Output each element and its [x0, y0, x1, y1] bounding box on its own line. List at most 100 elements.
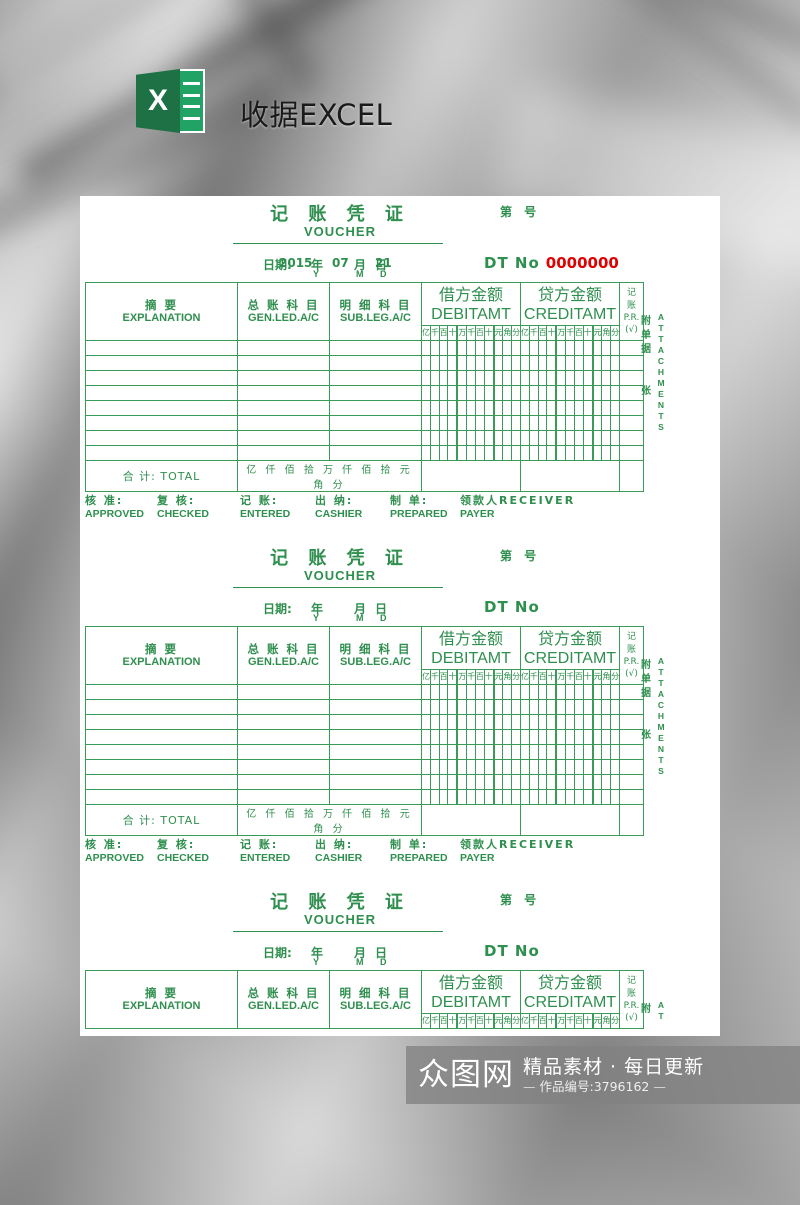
amount-cell[interactable] — [458, 371, 468, 386]
amount-cell[interactable] — [611, 730, 619, 744]
amount-cell[interactable] — [547, 760, 558, 775]
amount-cell[interactable] — [594, 730, 603, 745]
cell-gen-ledger[interactable] — [237, 684, 330, 701]
amount-cell[interactable] — [440, 356, 449, 371]
amount-cell[interactable] — [448, 745, 459, 760]
amount-cell[interactable] — [557, 745, 567, 760]
amount-cell[interactable] — [476, 790, 485, 805]
amount-cell[interactable] — [566, 416, 575, 431]
cell-sub-ledger[interactable] — [329, 415, 422, 432]
amount-cell[interactable] — [485, 775, 495, 790]
amount-cell[interactable] — [547, 356, 558, 371]
amount-cell[interactable] — [422, 386, 431, 401]
amount-cell[interactable] — [431, 775, 440, 790]
amount-cell[interactable] — [467, 386, 476, 401]
amount-cell[interactable] — [594, 745, 603, 760]
amount-cell[interactable] — [440, 386, 449, 401]
amount-cell[interactable] — [495, 356, 504, 371]
amount-cell[interactable] — [485, 341, 495, 356]
amount-cell[interactable] — [584, 685, 594, 700]
amount-cell[interactable] — [594, 371, 603, 386]
amount-cell[interactable] — [485, 446, 495, 461]
amount-cell[interactable] — [476, 730, 485, 745]
amount-cell[interactable] — [495, 446, 504, 461]
signature-field[interactable]: 领款人RECEIVER PAYER — [460, 492, 575, 520]
amount-cell[interactable] — [566, 760, 575, 775]
amount-cell[interactable] — [431, 715, 440, 730]
signature-field[interactable]: 复 核: CHECKED — [157, 836, 209, 864]
cell-sub-ledger[interactable] — [329, 774, 422, 791]
cell-sub-ledger[interactable] — [329, 355, 422, 372]
cell-gen-ledger[interactable] — [237, 385, 330, 402]
amount-cell[interactable] — [448, 775, 459, 790]
amount-cell[interactable] — [458, 341, 468, 356]
amount-cell[interactable] — [521, 386, 530, 401]
amount-cell[interactable] — [611, 341, 619, 355]
amount-cell[interactable] — [503, 446, 513, 461]
amount-cell[interactable] — [566, 446, 575, 461]
amount-cell[interactable] — [530, 775, 539, 790]
amount-cell[interactable] — [557, 700, 567, 715]
amount-cell[interactable] — [467, 685, 476, 700]
signature-field[interactable]: 制 单: PREPARED — [390, 492, 448, 520]
amount-cell[interactable] — [584, 745, 594, 760]
amount-cell[interactable] — [566, 371, 575, 386]
amount-cell[interactable] — [566, 386, 575, 401]
amount-cell[interactable] — [547, 730, 558, 745]
amount-cell[interactable] — [602, 715, 612, 730]
date-year-value[interactable]: 2015 — [279, 256, 312, 270]
amount-cell[interactable] — [557, 416, 567, 431]
amount-cell[interactable] — [431, 685, 440, 700]
amount-cell[interactable] — [512, 730, 520, 744]
amount-cell[interactable] — [448, 401, 459, 416]
amount-cell[interactable] — [503, 700, 513, 715]
amount-cell[interactable] — [521, 431, 530, 446]
amount-cell[interactable] — [458, 416, 468, 431]
amount-cell[interactable] — [547, 685, 558, 700]
amount-cell[interactable] — [611, 775, 619, 789]
amount-cell[interactable] — [495, 760, 504, 775]
amount-cell[interactable] — [539, 401, 548, 416]
amount-cell[interactable] — [485, 431, 495, 446]
amount-cell[interactable] — [476, 685, 485, 700]
amount-cell[interactable] — [566, 745, 575, 760]
cell-sub-ledger[interactable] — [329, 714, 422, 731]
amount-cell[interactable] — [485, 416, 495, 431]
amount-cell[interactable] — [557, 715, 567, 730]
amount-cell[interactable] — [584, 416, 594, 431]
amount-cell[interactable] — [539, 715, 548, 730]
amount-cell[interactable] — [503, 386, 513, 401]
cell-explanation[interactable] — [85, 714, 238, 731]
amount-cell[interactable] — [602, 431, 612, 446]
amount-cell[interactable] — [602, 416, 612, 431]
amount-cell[interactable] — [584, 386, 594, 401]
amount-cell[interactable] — [503, 760, 513, 775]
amount-cell[interactable] — [503, 730, 513, 745]
amount-cell[interactable] — [476, 341, 485, 356]
cell-explanation[interactable] — [85, 729, 238, 746]
amount-cell[interactable] — [485, 760, 495, 775]
cell-gen-ledger[interactable] — [237, 789, 330, 806]
amount-cell[interactable] — [557, 401, 567, 416]
amount-cell[interactable] — [458, 431, 468, 446]
amount-cell[interactable] — [584, 371, 594, 386]
amount-cell[interactable] — [594, 715, 603, 730]
cell-sub-ledger[interactable] — [329, 729, 422, 746]
amount-cell[interactable] — [575, 760, 584, 775]
amount-cell[interactable] — [503, 745, 513, 760]
amount-cell[interactable] — [594, 431, 603, 446]
amount-cell[interactable] — [575, 416, 584, 431]
amount-cell[interactable] — [440, 685, 449, 700]
amount-cell[interactable] — [594, 446, 603, 461]
amount-cell[interactable] — [566, 341, 575, 356]
amount-cell[interactable] — [547, 371, 558, 386]
cell-sub-ledger[interactable] — [329, 370, 422, 387]
amount-cell[interactable] — [521, 401, 530, 416]
amount-cell[interactable] — [448, 685, 459, 700]
amount-cell[interactable] — [440, 341, 449, 356]
amount-cell[interactable] — [530, 730, 539, 745]
amount-cell[interactable] — [602, 356, 612, 371]
amount-cell[interactable] — [539, 730, 548, 745]
cell-explanation[interactable] — [85, 355, 238, 372]
amount-cell[interactable] — [557, 371, 567, 386]
